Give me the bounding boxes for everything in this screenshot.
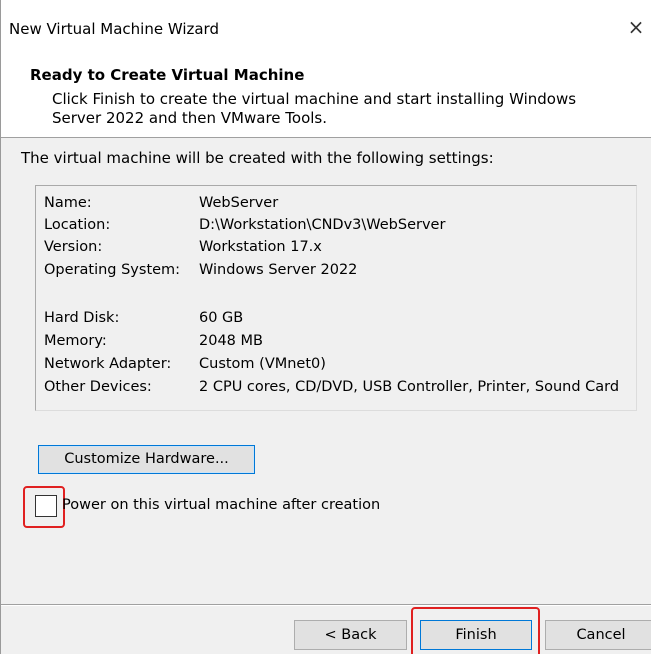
setting-key: Name: xyxy=(44,195,92,211)
setting-key: Other Devices: xyxy=(44,379,152,395)
cancel-button[interactable]: Cancel xyxy=(545,620,651,650)
finish-button[interactable]: Finish xyxy=(420,620,532,650)
power-on-label[interactable]: Power on this virtual machine after crea… xyxy=(62,497,380,513)
setting-value: Custom (VMnet0) xyxy=(199,356,326,372)
page-description: Click Finish to create the virtual machi… xyxy=(52,90,577,127)
back-button[interactable]: < Back xyxy=(294,620,407,650)
customize-hardware-button[interactable]: Customize Hardware... xyxy=(38,445,255,474)
close-icon[interactable]: × xyxy=(626,17,646,37)
setting-value: 2048 MB xyxy=(199,333,263,349)
power-on-checkbox[interactable] xyxy=(35,495,57,517)
settings-summary-box: Name: WebServer Location: D:\Workstation… xyxy=(35,185,637,411)
setting-value: 60 GB xyxy=(199,310,244,326)
setting-key: Memory: xyxy=(44,333,107,349)
setting-value: Workstation 17.x xyxy=(199,239,322,255)
wizard-window: New Virtual Machine Wizard × Ready to Cr… xyxy=(0,0,651,654)
setting-key: Version: xyxy=(44,239,103,255)
settings-intro: The virtual machine will be created with… xyxy=(21,149,494,167)
setting-key: Hard Disk: xyxy=(44,310,120,326)
setting-key: Network Adapter: xyxy=(44,356,172,372)
setting-value: Windows Server 2022 xyxy=(199,262,358,278)
setting-value: WebServer xyxy=(199,195,279,211)
footer-divider-highlight xyxy=(1,605,651,606)
setting-key: Operating System: xyxy=(44,262,181,278)
window-title: New Virtual Machine Wizard xyxy=(9,20,219,38)
setting-value: 2 CPU cores, CD/DVD, USB Controller, Pri… xyxy=(199,379,620,395)
page-title: Ready to Create Virtual Machine xyxy=(30,66,305,84)
title-bar: New Virtual Machine Wizard × xyxy=(1,0,651,48)
wizard-header: Ready to Create Virtual Machine Click Fi… xyxy=(1,48,651,138)
setting-key: Location: xyxy=(44,217,111,233)
setting-value: D:\Workstation\CNDv3\WebServer xyxy=(199,217,446,233)
